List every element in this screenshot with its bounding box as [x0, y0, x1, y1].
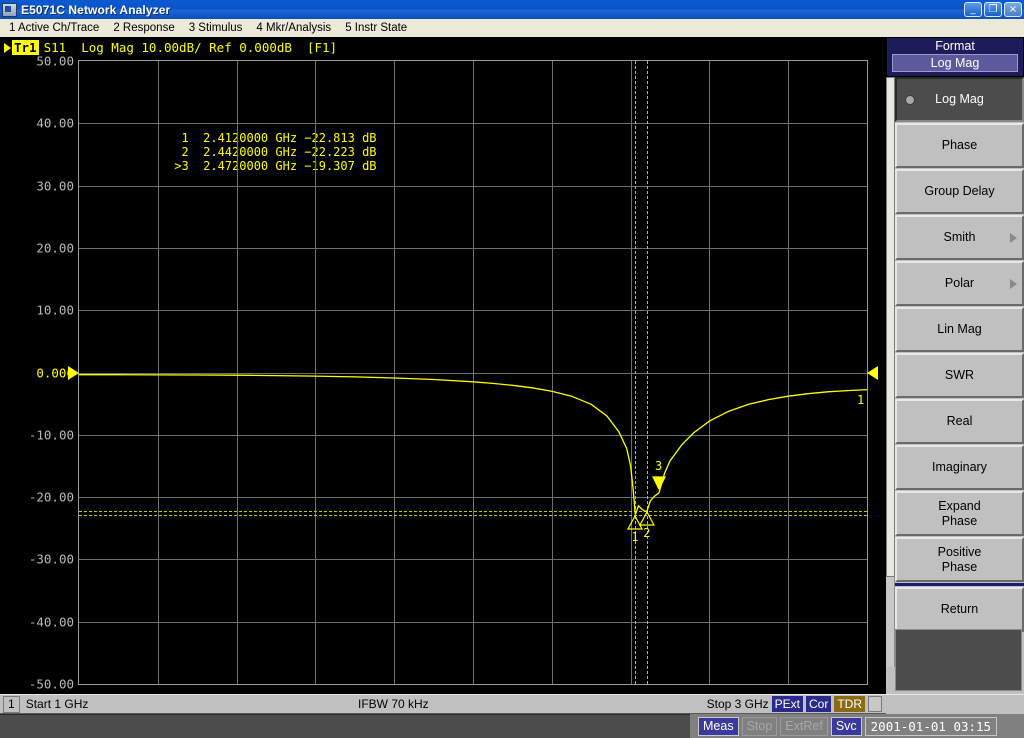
softkey-log-mag[interactable]: Log Mag	[895, 77, 1024, 122]
status-channel: 1	[3, 696, 20, 713]
y-axis-labels: 50.0040.0030.0020.0010.000.000-10.00-20.…	[0, 60, 74, 687]
chevron-right-icon	[1010, 233, 1017, 243]
softkey-lin-mag[interactable]: Lin Mag	[895, 307, 1024, 352]
menu-item-5[interactable]: 5 Instr State	[340, 21, 416, 35]
taskbar-stop-indicator[interactable]: Stop	[742, 717, 778, 736]
softkey-label: Real	[947, 414, 973, 429]
y-axis-tick: 10.00	[4, 303, 74, 318]
softkey-empty-area	[895, 629, 1022, 691]
trace-marker-3[interactable]	[650, 475, 668, 491]
softkey-label: Lin Mag	[937, 322, 981, 337]
trace-settings-text: S11 Log Mag 10.00dB/ Ref 0.000dB [F1]	[44, 40, 338, 55]
y-axis-tick: -30.00	[4, 552, 74, 567]
trace-marker-label-3: 3	[655, 459, 662, 473]
softkey-label: Positive Phase	[938, 545, 982, 575]
y-axis-tick: 20.00	[4, 240, 74, 255]
softkey-header-value: Log Mag	[892, 54, 1018, 72]
softkey-positive-phase[interactable]: Positive Phase	[895, 537, 1024, 582]
status-badge-tdr: TDR	[834, 696, 865, 712]
softkey-swr[interactable]: SWR	[895, 353, 1024, 398]
softkey-label: Phase	[942, 138, 977, 153]
radio-selected-icon	[905, 95, 915, 105]
y-axis-tick: 50.00	[4, 54, 74, 69]
menu-item-2[interactable]: 2 Response	[108, 21, 183, 35]
y-axis-tick: -50.00	[4, 677, 74, 692]
status-bar: 1 Start 1 GHz IFBW 70 kHz Stop 3 GHz PEx…	[0, 694, 886, 714]
softkey-return[interactable]: Return	[895, 587, 1024, 632]
title-bar: E5071C Network Analyzer _ ❐ ×	[0, 0, 1024, 19]
bottom-dark-strip	[0, 714, 690, 738]
taskbar-meas-indicator[interactable]: Meas	[698, 717, 739, 736]
softkey-label: Group Delay	[924, 184, 994, 199]
softkey-label: Imaginary	[932, 460, 987, 475]
softkey-polar[interactable]: Polar	[895, 261, 1024, 306]
softpanel-bottom-filler	[886, 694, 1024, 714]
y-axis-tick: 40.00	[4, 116, 74, 131]
restore-button[interactable]: ❐	[984, 2, 1002, 17]
softkey-label: Polar	[945, 276, 974, 291]
menu-bar: 1 Active Ch/Trace2 Response3 Stimulus4 M…	[0, 19, 1024, 37]
trace-marker-label-1: 1	[631, 530, 638, 544]
graph-area: Tr1 S11 Log Mag 10.00dB/ Ref 0.000dB [F1…	[0, 37, 886, 694]
softkey-header-title: Format	[887, 38, 1023, 53]
status-stop-freq[interactable]: Stop 3 GHz	[707, 697, 769, 711]
trace-s11	[79, 61, 867, 684]
softkey-label: SWR	[945, 368, 974, 383]
status-start-freq[interactable]: Start 1 GHz	[26, 697, 89, 711]
softkey-scrollbar[interactable]	[886, 77, 895, 667]
status-badge-cor: Cor	[806, 696, 831, 712]
softkey-label: Return	[941, 602, 979, 617]
network-analyzer-window: E5071C Network Analyzer _ ❐ × 1 Active C…	[0, 0, 1024, 738]
softkey-group-delay[interactable]: Group Delay	[895, 169, 1024, 214]
softkey-imaginary[interactable]: Imaginary	[895, 445, 1024, 490]
status-badges: Stop 3 GHz PExt Cor TDR	[707, 696, 882, 712]
window-controls: _ ❐ ×	[964, 2, 1022, 17]
taskbar-clock: 2001-01-01 03:15	[865, 717, 997, 736]
trace-end-label: 1	[857, 393, 864, 407]
trace-pointer-icon	[4, 43, 11, 53]
softkey-label: Smith	[944, 230, 976, 245]
menu-item-3[interactable]: 3 Stimulus	[184, 21, 252, 35]
status-badge-pext: PExt	[772, 696, 803, 712]
taskbar-svc-indicator[interactable]: Svc	[831, 717, 862, 736]
softkey-panel: Format Log Mag Log Mag Phase Group Delay Sm…	[886, 37, 1024, 694]
window-title: E5071C Network Analyzer	[21, 3, 170, 17]
softkey-list: Log Mag Phase Group Delay Smith Polar Lin Mag…	[895, 77, 1024, 633]
y-axis-tick: 30.00	[4, 178, 74, 193]
y-axis-tick: 0.000	[4, 365, 74, 380]
chevron-right-icon	[1010, 279, 1017, 289]
softkey-expand-phase[interactable]: Expand Phase	[895, 491, 1024, 536]
taskbar-extref-indicator[interactable]: ExtRef	[780, 717, 828, 736]
y-axis-tick: -20.00	[4, 490, 74, 505]
taskbar: MeasStopExtRefSvc2001-01-01 03:15	[690, 714, 1024, 738]
softkey-smith[interactable]: Smith	[895, 215, 1024, 260]
y-axis-tick: -40.00	[4, 614, 74, 629]
ref-level-right-icon[interactable]	[867, 366, 878, 380]
menu-item-1[interactable]: 1 Active Ch/Trace	[4, 21, 108, 35]
ref-level-left-icon[interactable]	[68, 366, 79, 380]
close-button[interactable]: ×	[1004, 2, 1022, 17]
status-ifbw[interactable]: IFBW 70 kHz	[358, 697, 429, 711]
softkey-label: Log Mag	[935, 92, 984, 107]
y-axis-tick: -10.00	[4, 427, 74, 442]
softkey-header: Format Log Mag	[886, 37, 1024, 77]
softkey-label: Expand Phase	[938, 499, 980, 529]
softkey-phase[interactable]: Phase	[895, 123, 1024, 168]
softkey-scrollbar-thumb[interactable]	[886, 77, 895, 577]
menu-item-4[interactable]: 4 Mkr/Analysis	[251, 21, 340, 35]
status-badge-blank	[868, 696, 882, 712]
minimize-button[interactable]: _	[964, 2, 982, 17]
plot-canvas[interactable]: 1 2.4120000 GHz −22.813 dB 2 2.4420000 G…	[78, 60, 868, 685]
analyzer-icon	[2, 3, 17, 17]
softkey-separator	[895, 583, 1024, 586]
trace-marker-label-2: 2	[643, 526, 650, 540]
trace-marker-2[interactable]	[638, 511, 656, 527]
softkey-real[interactable]: Real	[895, 399, 1024, 444]
